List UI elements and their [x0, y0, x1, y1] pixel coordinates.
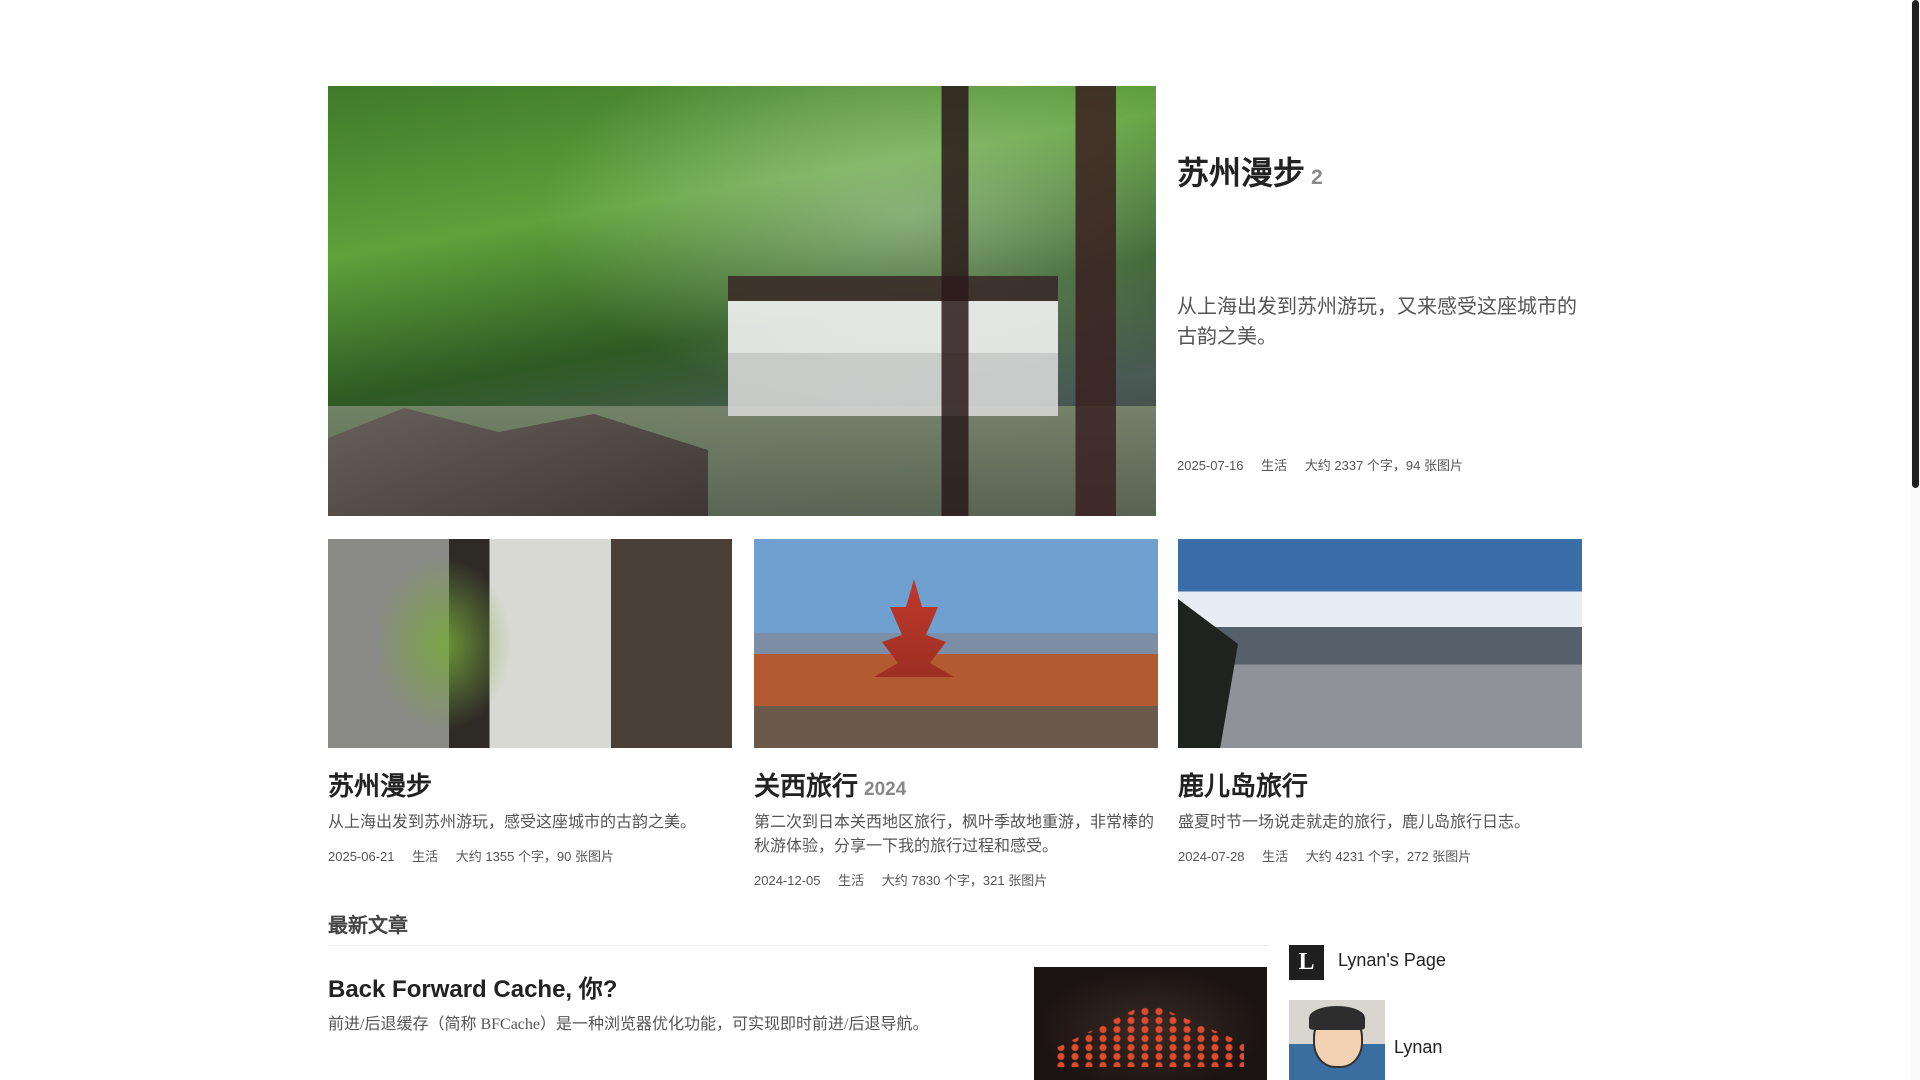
card-meta-suzhou: 2025-06-21 生活 大约 1355 个字，90 张图片	[328, 846, 628, 865]
scrollbar-thumb[interactable]	[1912, 0, 1919, 488]
card-category[interactable]: 生活	[1262, 849, 1288, 864]
card-category[interactable]: 生活	[838, 873, 864, 888]
page-scrollbar[interactable]	[1910, 0, 1920, 1080]
featured-post-stats: 大约 2337 个字，94 张图片	[1304, 458, 1463, 473]
featured-post-meta: 2025-07-16 生活 大约 2337 个字，94 张图片	[1177, 455, 1477, 474]
author-avatar[interactable]	[1289, 1000, 1385, 1080]
featured-post-description: 从上海出发到苏州游玩，又来感受这座城市的古韵之美。	[1177, 296, 1577, 348]
featured-post-image[interactable]	[328, 86, 1156, 516]
card-category[interactable]: 生活	[412, 849, 438, 864]
card-badge: 2024	[864, 779, 907, 800]
card-title-kansai[interactable]: 关西旅行 2024	[754, 766, 906, 803]
post-description: 前进/后退缓存（简称 BFCache）是一种浏览器优化功能，可实现即时前进/后退…	[328, 1016, 929, 1033]
card-description-kagoshima: 盛夏时节一场说走就走的旅行，鹿儿岛旅行日志。	[1178, 814, 1531, 831]
card-title-text[interactable]: 关西旅行	[754, 771, 858, 801]
card-stats: 大约 4231 个字，272 张图片	[1305, 849, 1472, 864]
card-meta-kagoshima: 2024-07-28 生活 大约 4231 个字，272 张图片	[1178, 846, 1485, 865]
card-date: 2025-06-21	[328, 849, 395, 864]
card-meta-kansai: 2024-12-05 生活 大约 7830 个字，321 张图片	[754, 870, 1061, 889]
avatar-hair-shape	[1309, 1006, 1365, 1030]
card-stats: 大约 7830 个字，321 张图片	[881, 873, 1048, 888]
featured-post-badge: 2	[1311, 166, 1323, 189]
card-image-suzhou[interactable]	[328, 539, 732, 748]
card-title-text[interactable]: 苏州漫步	[328, 771, 432, 801]
card-date: 2024-12-05	[754, 873, 821, 888]
card-description-suzhou: 从上海出发到苏州游玩，感受这座城市的古韵之美。	[328, 814, 697, 831]
hero-eave-shape	[888, 86, 1156, 516]
section-divider	[328, 945, 1268, 946]
recent-posts-heading: 最新文章	[328, 915, 408, 937]
featured-post-title[interactable]: 苏州漫步 2	[1177, 148, 1323, 194]
featured-post-category[interactable]: 生活	[1261, 458, 1287, 473]
featured-post-date: 2025-07-16	[1177, 458, 1244, 473]
card-title-suzhou[interactable]: 苏州漫步	[328, 766, 432, 803]
post-thumbnail[interactable]	[1034, 967, 1267, 1080]
card-title-kagoshima[interactable]: 鹿儿岛旅行	[1178, 766, 1308, 803]
featured-post-title-text[interactable]: 苏州漫步	[1177, 155, 1305, 191]
site-name-link[interactable]: Lynan's Page	[1338, 950, 1446, 971]
post-title[interactable]: Back Forward Cache, 你?	[328, 969, 617, 1004]
site-logo-icon[interactable]: L	[1289, 945, 1324, 980]
card-title-text[interactable]: 鹿儿岛旅行	[1178, 771, 1308, 801]
card-image-kagoshima[interactable]	[1178, 539, 1582, 748]
card-date: 2024-07-28	[1178, 849, 1245, 864]
thumbnail-pattern	[1054, 1007, 1244, 1067]
card-description-kansai: 第二次到日本关西地区旅行，枫叶季故地重游，非常棒的秋游体验，分享一下我的旅行过程…	[754, 814, 1155, 855]
logo-letter: L	[1298, 949, 1315, 975]
card-stats: 大约 1355 个字，90 张图片	[455, 849, 614, 864]
card-image-kansai[interactable]	[754, 539, 1158, 748]
author-name: Lynan	[1394, 1037, 1443, 1057]
